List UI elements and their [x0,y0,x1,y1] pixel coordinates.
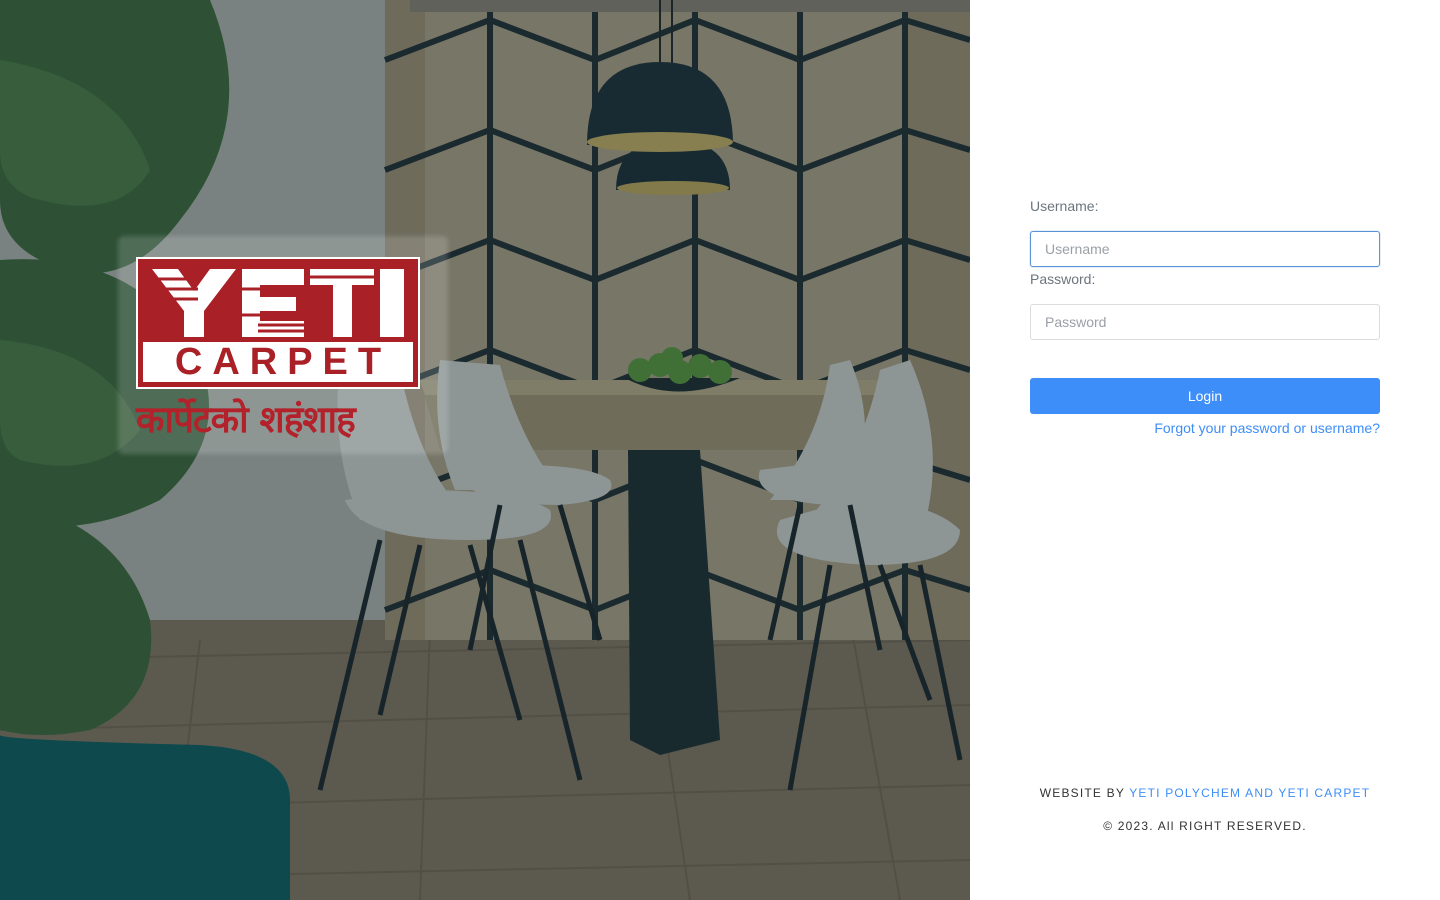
password-input[interactable] [1030,304,1380,340]
yeti-carpet-logo: CARPET कार्पेटको शहंशाह [136,257,420,438]
website-credit: WEBSITE BY YETI POLYCHEM AND YETI CARPET [970,786,1440,800]
login-page: CARPET कार्पेटको शहंशाह Username: Passwo… [0,0,1440,900]
forgot-password-link[interactable]: Forgot your password or username? [1030,418,1380,438]
logo-carpet-text: CARPET [174,341,392,383]
password-label: Password: [1030,271,1096,287]
logo-tagline: कार्पेटको शहंशाह [136,397,356,441]
login-panel: Username: Password: Login Forgot your pa… [970,0,1440,900]
login-button[interactable]: Login [1030,378,1380,414]
website-credit-link[interactable]: YETI POLYCHEM AND YETI CARPET [1129,786,1370,800]
logo-red-box: CARPET [136,257,420,389]
login-form: Username: Password: Login Forgot your pa… [1030,198,1380,438]
hero-image-panel: CARPET कार्पेटको शहंशाह [0,0,970,900]
website-credit-prefix: WEBSITE BY [1039,786,1125,800]
logo-carpet-band: CARPET [143,342,413,382]
username-input[interactable] [1030,231,1380,267]
username-label: Username: [1030,198,1099,214]
copyright-text: © 2023. All RIGHT RESERVED. [1103,819,1307,833]
